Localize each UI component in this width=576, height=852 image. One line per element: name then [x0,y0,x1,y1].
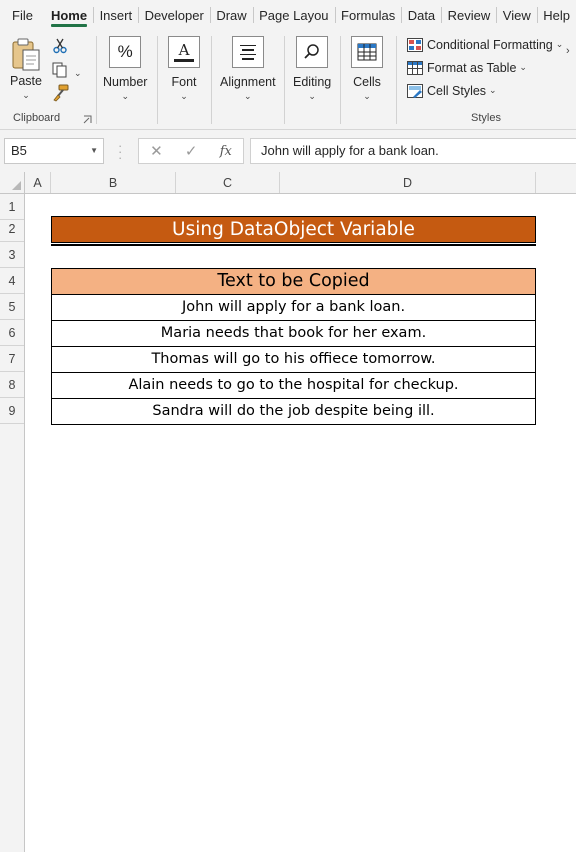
tab-developer[interactable]: Developer [139,0,210,30]
tab-home[interactable]: Home [45,0,93,30]
format-painter-icon[interactable] [52,84,70,102]
chevron-down-icon: ⌄ [363,91,371,101]
paste-label: Paste [10,74,42,88]
cells-label: Cells [353,75,381,89]
tab-page-layout[interactable]: Page Layou [253,0,334,30]
table-header-cell[interactable]: Text to be Copied [51,268,536,295]
select-all-button[interactable] [0,172,25,193]
group-divider [396,36,397,124]
editing-label: Editing [293,75,332,89]
table-row[interactable]: Sandra will do the job despite being ill… [51,399,536,425]
cells-icon [351,36,383,68]
chevron-down-icon: ⌄ [180,91,188,101]
row-header[interactable]: 6 [0,320,24,346]
name-box[interactable]: B5 ▼ [4,138,104,164]
cell-styles-icon [407,84,423,98]
chevron-down-icon: ⌄ [489,84,497,95]
column-header-c[interactable]: C [176,172,280,193]
group-divider [211,36,212,124]
font-color-icon: A [168,36,200,68]
format-as-table-label: Format as Table [427,61,517,75]
copy-icon[interactable] [52,62,70,78]
alignment-label: Alignment [220,75,276,89]
align-icon [231,36,264,68]
conditional-formatting-label: Conditional Formatting [427,38,553,52]
table-row[interactable]: Maria needs that book for her exam. [51,321,536,347]
row-header[interactable]: 2 [0,216,24,242]
search-icon [296,36,329,68]
cancel-icon[interactable]: ✕ [150,142,163,160]
chevron-down-icon: ⌄ [519,61,527,72]
conditional-formatting-button[interactable]: Conditional Formatting ⌄ [407,38,563,52]
group-divider [284,36,285,124]
styles-group-label: Styles [471,112,501,124]
group-divider [157,36,158,124]
table-row[interactable]: Alain needs to go to the hospital for ch… [51,373,536,399]
row-header[interactable]: 9 [0,398,24,424]
tab-formulas[interactable]: Formulas [335,0,401,30]
sheet-title-cell[interactable]: Using DataObject Variable [51,216,536,246]
formula-buttons: ✕ ✓ fx [138,138,244,164]
format-as-table-icon [407,61,423,75]
dialog-launcher-icon[interactable] [83,115,92,124]
name-box-dropdown-icon[interactable]: ▼ [90,139,98,163]
enter-icon[interactable]: ✓ [185,142,198,160]
cell-styles-label: Cell Styles [427,84,487,98]
tab-view[interactable]: View [497,0,537,30]
copy-dropdown-icon[interactable]: ⌄ [74,68,82,78]
tab-data[interactable]: Data [402,0,441,30]
tab-file[interactable]: File [0,0,45,30]
column-headers: A B C D [0,172,576,194]
chevron-down-icon: ⌄ [121,91,129,101]
conditional-formatting-icon [407,38,423,52]
row-header[interactable]: 3 [0,242,24,268]
row-header[interactable]: 4 [0,268,24,294]
group-divider [96,36,97,124]
ribbon-tab-bar: File Home Insert Developer Draw Page Lay… [0,0,576,30]
table-row[interactable]: Thomas will go to his offiece tomorrow. [51,347,536,373]
formula-bar-grip-icon[interactable]: · · · [118,139,122,164]
row-header[interactable]: 5 [0,294,24,320]
chevron-down-icon: ⌄ [22,90,30,100]
tab-draw[interactable]: Draw [210,0,252,30]
percent-icon: % [109,36,142,68]
tab-help[interactable]: Help [537,0,576,30]
ribbon-home: Paste ⌄ ⌄ Clipboard % Number ⌄ A Font ⌄ [0,30,576,130]
number-button[interactable]: % Number ⌄ [103,36,147,101]
formula-input[interactable]: John will apply for a bank loan. [250,138,576,164]
row-header[interactable]: 7 [0,346,24,372]
cut-icon[interactable] [52,38,68,54]
name-box-value: B5 [11,143,27,158]
font-button[interactable]: A Font ⌄ [168,36,200,101]
cells-button[interactable]: Cells ⌄ [351,36,383,101]
clipboard-group-label: Clipboard [13,112,61,124]
column-header-d[interactable]: D [280,172,536,193]
chevron-down-icon: ⌄ [308,91,316,101]
alignment-button[interactable]: Alignment ⌄ [220,36,276,101]
editing-button[interactable]: Editing ⌄ [293,36,331,101]
group-divider [340,36,341,124]
chevron-down-icon: ⌄ [244,91,252,101]
tab-review[interactable]: Review [442,0,497,30]
paste-icon [12,38,40,71]
font-label: Font [171,75,197,89]
column-header-b[interactable]: B [51,172,176,193]
cell-styles-button[interactable]: Cell Styles ⌄ [407,84,497,98]
format-as-table-button[interactable]: Format as Table ⌄ [407,61,527,75]
table-row[interactable]: John will apply for a bank loan. [51,295,536,321]
formula-bar: B5 ▼ · · · ✕ ✓ fx John will apply for a ba… [0,130,576,172]
chevron-down-icon: ⌄ [555,38,564,49]
tab-insert[interactable]: Insert [94,0,139,30]
paste-button[interactable]: Paste ⌄ [10,38,42,100]
insert-function-icon[interactable]: fx [220,144,232,159]
row-headers: 1 2 3 4 5 6 7 8 9 [0,194,25,852]
number-label: Number [103,75,148,89]
ribbon-scroll-icon[interactable]: › [566,46,570,57]
column-header-a[interactable]: A [25,172,51,193]
row-header[interactable]: 8 [0,372,24,398]
